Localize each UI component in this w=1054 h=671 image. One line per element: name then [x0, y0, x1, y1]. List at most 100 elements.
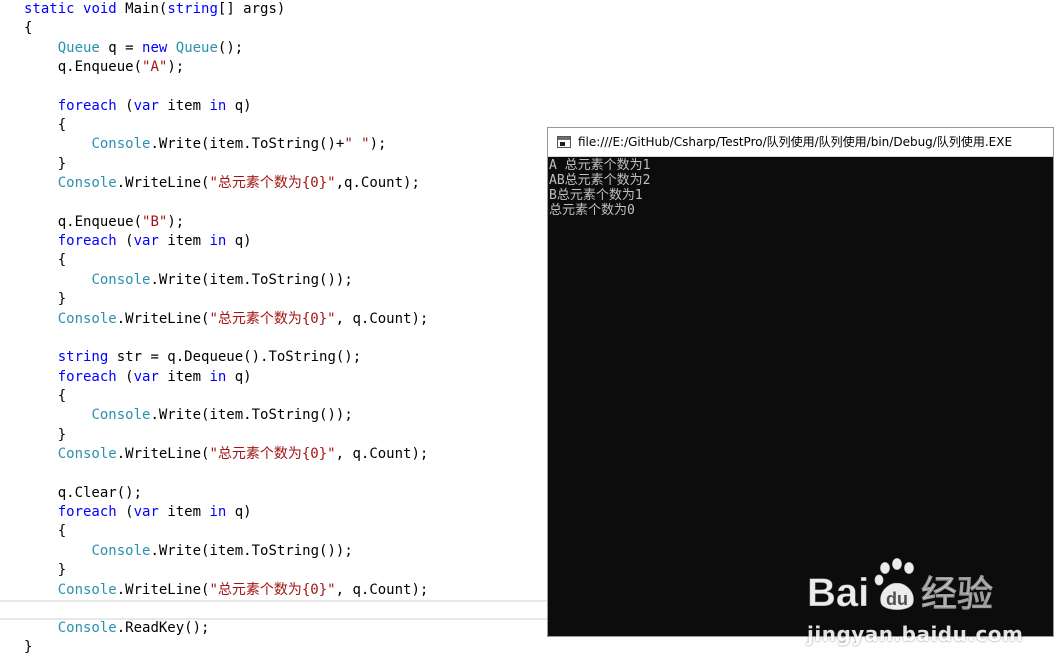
code-token: str = q.Dequeue().ToString(); [108, 349, 362, 365]
code-token: q) [226, 369, 252, 385]
code-line[interactable]: Console.WriteLine("总元素个数为{0}", q.Count); [24, 581, 429, 600]
code-token: Queue [57, 40, 100, 56]
code-token: , q.Count); [335, 311, 429, 327]
code-line[interactable]: } [24, 426, 66, 445]
code-token: .WriteLine( [116, 446, 210, 462]
code-token: (); [217, 40, 244, 56]
code-line[interactable]: q.Enqueue("A"); [24, 58, 184, 77]
code-token: item [158, 98, 210, 114]
console-output-line: B总元素个数为1 [549, 188, 643, 203]
code-token: .WriteLine( [116, 582, 210, 598]
code-token: string [57, 349, 109, 365]
code-token: foreach [57, 369, 117, 385]
code-line[interactable]: q.Clear(); [24, 484, 142, 503]
code-token: .ReadKey(); [116, 620, 210, 636]
code-line[interactable]: { [24, 116, 66, 135]
code-token: ( [116, 504, 134, 520]
current-line-border [0, 600, 548, 602]
console-window[interactable]: file:///E:/GitHub/Csharp/TestPro/队列使用/队列… [547, 127, 1054, 637]
code-line[interactable]: foreach (var item in q) [24, 503, 252, 522]
code-line[interactable]: { [24, 522, 66, 541]
code-line[interactable]: } [24, 155, 66, 174]
code-token: .WriteLine( [116, 175, 210, 191]
code-token: foreach [57, 98, 117, 114]
code-token: static [24, 1, 75, 17]
code-token: in [209, 369, 227, 385]
code-token: } [24, 562, 67, 578]
code-token: ); [167, 59, 185, 75]
code-token: item [158, 369, 210, 385]
code-line[interactable]: q.Enqueue("B"); [24, 213, 184, 232]
code-line[interactable]: string str = q.Dequeue().ToString(); [24, 348, 361, 367]
code-token: q) [226, 98, 252, 114]
code-token: Console [91, 543, 151, 559]
console-app-icon [557, 136, 571, 148]
code-token: } [24, 291, 67, 307]
code-line[interactable]: Console.Write(item.ToString()); [24, 406, 353, 425]
code-token: { [24, 523, 67, 539]
code-token: q.Clear(); [24, 485, 143, 501]
code-token: { [24, 388, 67, 404]
code-token: Console [57, 446, 117, 462]
code-line[interactable]: } [24, 290, 66, 309]
code-token: ( [116, 98, 134, 114]
console-output-line: AB总元素个数为2 [549, 173, 651, 188]
code-line[interactable]: Console.WriteLine("总元素个数为{0}",q.Count); [24, 174, 420, 193]
code-line[interactable]: { [24, 251, 66, 270]
code-line[interactable]: { [24, 387, 66, 406]
code-token: .Write(item.ToString()+ [150, 136, 345, 152]
code-line[interactable]: foreach (var item in q) [24, 232, 252, 251]
code-line[interactable]: Console.Write(item.ToString()); [24, 542, 352, 561]
code-line[interactable]: Console.WriteLine("总元素个数为{0}", q.Count); [24, 445, 429, 464]
code-line[interactable]: static void Main(string[] args) [24, 0, 285, 19]
code-token: { [24, 20, 33, 36]
code-token: Console [91, 136, 151, 152]
code-token: in [209, 504, 227, 520]
code-line[interactable]: foreach (var item in q) [24, 97, 252, 116]
code-token: in [209, 98, 227, 114]
code-token: Console [57, 582, 117, 598]
code-token: q = [99, 40, 143, 56]
code-line[interactable]: Console.WriteLine("总元素个数为{0}", q.Count); [24, 310, 429, 329]
code-token: var [133, 233, 159, 249]
code-token: "总元素个数为{0}" [209, 582, 336, 598]
console-output: A 总元素个数为1 AB总元素个数为2 B总元素个数为1 总元素个数为0 [548, 157, 1053, 636]
code-token: ,q.Count); [335, 175, 420, 191]
code-token: Console [57, 620, 117, 636]
code-line[interactable]: { [24, 19, 32, 38]
code-line[interactable]: } [24, 638, 32, 657]
console-title-bar[interactable]: file:///E:/GitHub/Csharp/TestPro/队列使用/队列… [548, 128, 1053, 157]
console-output-line: 总元素个数为0 [549, 203, 635, 218]
code-token: " " [344, 136, 370, 152]
code-line[interactable]: } [24, 561, 66, 580]
code-token: q.Enqueue( [24, 59, 143, 75]
code-line[interactable]: Queue q = new Queue(); [24, 39, 244, 58]
code-token: ( [116, 369, 134, 385]
code-token: item [158, 233, 210, 249]
code-token: "B" [142, 214, 168, 230]
code-line[interactable]: Console.Write(item.ToString()+" "); [24, 135, 386, 154]
code-token: item [158, 504, 210, 520]
code-line[interactable]: foreach (var item in q) [24, 368, 252, 387]
code-line[interactable]: Console.Write(item.ToString()); [24, 271, 352, 290]
code-token: Main( [116, 1, 168, 17]
code-token: var [133, 98, 159, 114]
code-line[interactable]: Console.ReadKey(); [24, 619, 210, 638]
code-token: .Write(item.ToString()); [150, 407, 353, 423]
code-token: [] args) [217, 1, 286, 17]
code-token: q) [226, 233, 252, 249]
code-token: .WriteLine( [116, 311, 210, 327]
code-token: Console [57, 175, 117, 191]
code-token: } [24, 156, 67, 172]
